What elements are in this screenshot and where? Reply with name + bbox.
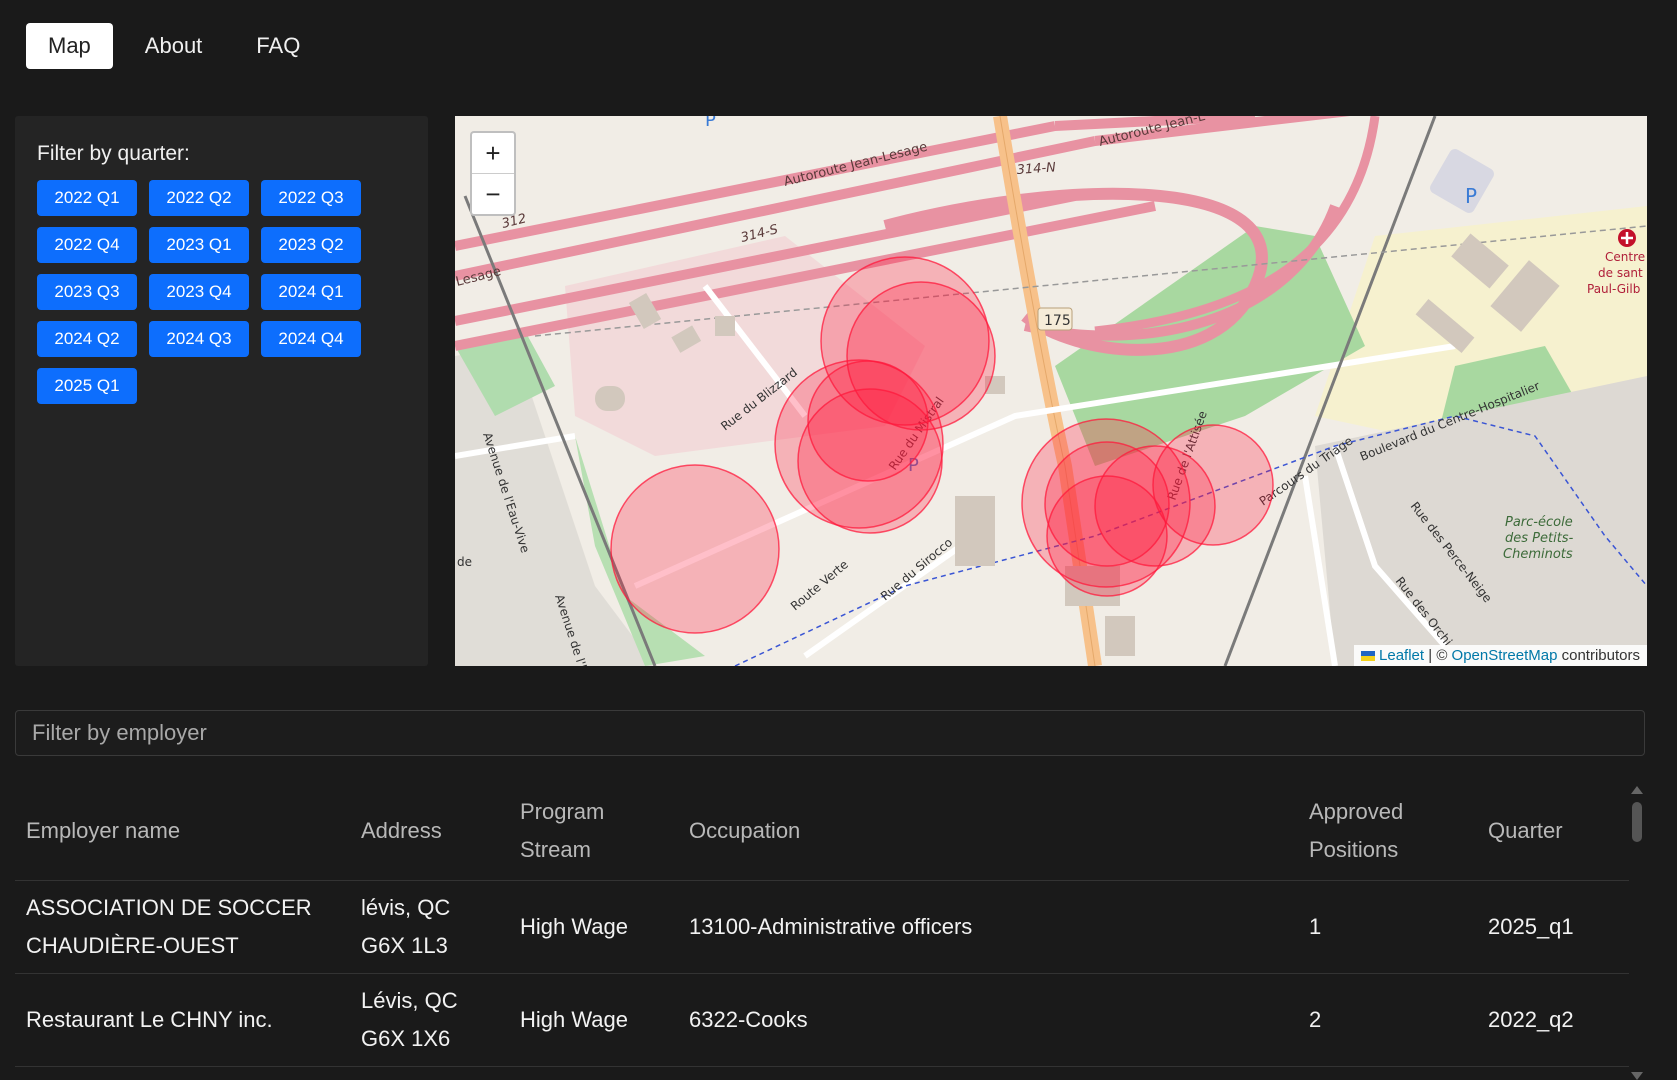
attribution-separator: | © bbox=[1428, 647, 1448, 664]
map-view[interactable]: P P P Autoroute Jean-Lesage Autoroute Je… bbox=[455, 116, 1647, 666]
col-program-stream[interactable]: Program Stream bbox=[509, 782, 678, 881]
col-employer-name[interactable]: Employer name bbox=[15, 782, 350, 881]
label-314n: 314-N bbox=[1016, 160, 1056, 178]
parking-lot bbox=[1430, 149, 1494, 213]
openstreetmap-link[interactable]: OpenStreetMap bbox=[1452, 647, 1558, 664]
quarter-button-2023-q1[interactable]: 2023 Q1 bbox=[149, 227, 249, 263]
quarter-button-2024-q3[interactable]: 2024 Q3 bbox=[149, 321, 249, 357]
label-parc-1: Parc-école bbox=[1505, 515, 1573, 530]
results-table-container[interactable]: Employer name Address Program Stream Occ… bbox=[15, 782, 1629, 1080]
cell-approved-positions: 1 bbox=[1298, 880, 1477, 974]
map-attribution: Leaflet | © OpenStreetMap contributors bbox=[1354, 645, 1647, 666]
col-quarter[interactable]: Quarter bbox=[1477, 782, 1629, 881]
label-parc-3: Cheminots bbox=[1503, 547, 1573, 562]
cell-address: lévis, QC G6X 1L3 bbox=[350, 880, 509, 974]
quarter-button-2023-q3[interactable]: 2023 Q3 bbox=[37, 274, 137, 310]
cell-quarter: 2022_q2 bbox=[1477, 973, 1629, 1067]
nav-about[interactable]: About bbox=[123, 23, 225, 69]
attribution-suffix: contributors bbox=[1561, 647, 1640, 664]
quarter-button-2022-q3[interactable]: 2022 Q3 bbox=[261, 180, 361, 216]
quarter-filter-panel: Filter by quarter: 2022 Q1 2022 Q2 2022 … bbox=[15, 116, 428, 666]
scroll-down-arrow-icon[interactable] bbox=[1631, 1072, 1643, 1080]
cell-approved-positions: 2 bbox=[1298, 973, 1477, 1067]
col-address[interactable]: Address bbox=[350, 782, 509, 881]
map-tiles[interactable]: P P P Autoroute Jean-Lesage Autoroute Je… bbox=[455, 116, 1647, 666]
quarter-button-2024-q4[interactable]: 2024 Q4 bbox=[261, 321, 361, 357]
job-marker[interactable] bbox=[807, 360, 929, 482]
label-centre-1: Centre bbox=[1605, 250, 1645, 264]
table-row[interactable]: Restaurant Le CHNY inc. Lévis, QC G6X 1X… bbox=[15, 973, 1629, 1067]
col-approved-positions[interactable]: Approved Positions bbox=[1298, 782, 1477, 881]
cell-employer: Restaurant Le CHNY inc. bbox=[15, 973, 350, 1067]
nav-map[interactable]: Map bbox=[26, 23, 113, 69]
table-row[interactable]: ASSOCIATION DE SOCCER CHAUDIÈRE-OUEST lé… bbox=[15, 880, 1629, 974]
job-marker[interactable] bbox=[610, 464, 780, 634]
quarter-button-2022-q2[interactable]: 2022 Q2 bbox=[149, 180, 249, 216]
quarter-button-2022-q1[interactable]: 2022 Q1 bbox=[37, 180, 137, 216]
zoom-control: + − bbox=[470, 131, 516, 216]
scroll-thumb[interactable] bbox=[1632, 802, 1642, 842]
table-header-row: Employer name Address Program Stream Occ… bbox=[15, 782, 1629, 881]
route-175-label: 175 bbox=[1044, 313, 1071, 329]
cell-address: Lévis, QC G6X 1X6 bbox=[350, 973, 509, 1067]
top-nav: Map About FAQ bbox=[26, 23, 332, 69]
leaflet-link[interactable]: Leaflet bbox=[1379, 647, 1424, 664]
zoom-out-button[interactable]: − bbox=[472, 174, 514, 214]
quarter-button-2024-q1[interactable]: 2024 Q1 bbox=[261, 274, 361, 310]
cell-quarter: 2025_q1 bbox=[1477, 880, 1629, 974]
label-centre-2: de sant bbox=[1598, 266, 1643, 280]
ukraine-flag-icon bbox=[1361, 651, 1376, 662]
label-rue-sirocco: Rue du Sirocco bbox=[878, 535, 955, 603]
label-parc-2: des Petits- bbox=[1505, 531, 1574, 546]
label-de: de bbox=[457, 555, 472, 569]
quarter-button-2024-q2[interactable]: 2024 Q2 bbox=[37, 321, 137, 357]
cell-employer: ASSOCIATION DE SOCCER CHAUDIÈRE-OUEST bbox=[15, 880, 350, 974]
cell-program-stream: High Wage bbox=[509, 973, 678, 1067]
scroll-up-arrow-icon[interactable] bbox=[1631, 786, 1643, 794]
parking-label: P bbox=[1465, 184, 1477, 208]
cell-occupation: 6322-Cooks bbox=[678, 973, 1298, 1067]
results-table: Employer name Address Program Stream Occ… bbox=[15, 782, 1629, 1067]
label-route-verte: Route Verte bbox=[788, 557, 851, 613]
quarter-button-2023-q4[interactable]: 2023 Q4 bbox=[149, 274, 249, 310]
filter-title: Filter by quarter: bbox=[37, 142, 190, 165]
quarter-button-2023-q2[interactable]: 2023 Q2 bbox=[261, 227, 361, 263]
quarter-button-2022-q4[interactable]: 2022 Q4 bbox=[37, 227, 137, 263]
col-occupation[interactable]: Occupation bbox=[678, 782, 1298, 881]
cell-program-stream: High Wage bbox=[509, 880, 678, 974]
quarter-button-grid: 2022 Q1 2022 Q2 2022 Q3 2022 Q4 2023 Q1 … bbox=[37, 180, 361, 404]
job-marker[interactable] bbox=[1094, 445, 1216, 567]
nav-faq[interactable]: FAQ bbox=[234, 23, 322, 69]
quarter-button-2025-q1[interactable]: 2025 Q1 bbox=[37, 368, 137, 404]
cell-occupation: 13100-Administrative officers bbox=[678, 880, 1298, 974]
label-centre-3: Paul-Gilb bbox=[1587, 282, 1640, 296]
employer-filter-input[interactable] bbox=[15, 710, 1645, 756]
parking-label-3: P bbox=[705, 116, 716, 131]
table-scrollbar[interactable] bbox=[1630, 786, 1644, 1080]
zoom-in-button[interactable]: + bbox=[472, 133, 514, 174]
